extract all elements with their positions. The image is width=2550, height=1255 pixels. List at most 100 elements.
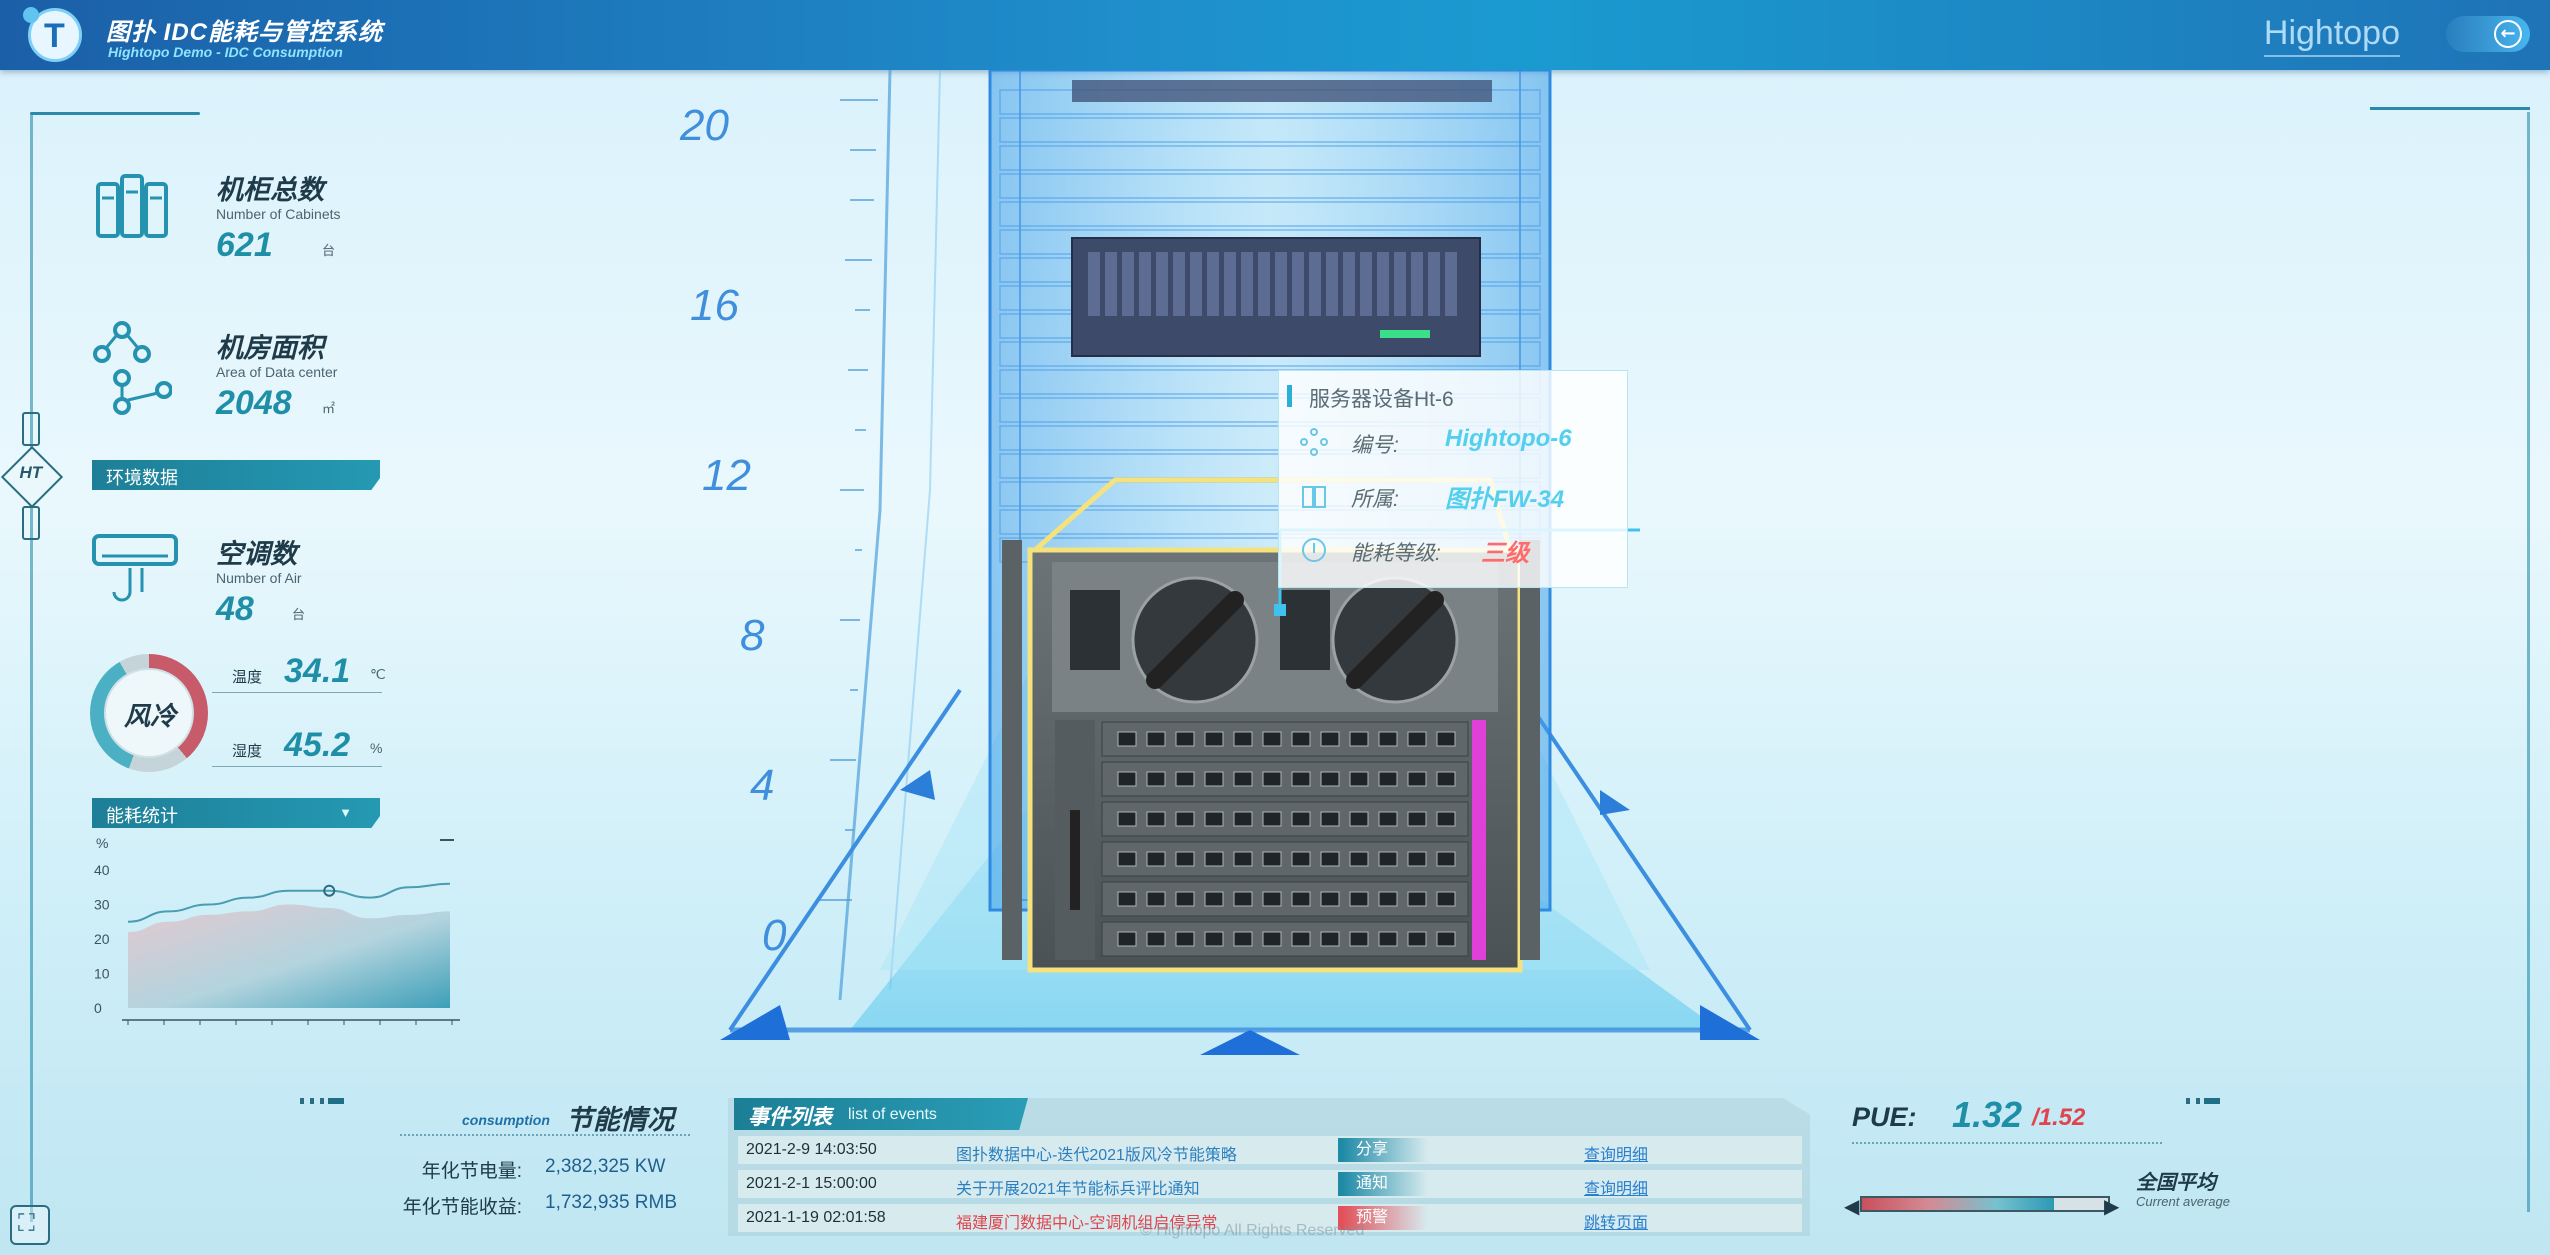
network-port (1320, 851, 1340, 867)
cabinet-stat: 机柜总数 Number of Cabinets 621 台 (92, 168, 382, 268)
network-port (1204, 811, 1224, 827)
event-detail-link[interactable]: 查询明细 (1584, 1175, 1648, 1199)
fullscreen-button[interactable]: ⛶ (10, 1205, 50, 1245)
energy-section-dropdown[interactable]: 能耗统计 ▼ (92, 798, 380, 828)
y-tick-label: 40 (94, 862, 110, 878)
network-port (1117, 771, 1137, 787)
network-port (1320, 811, 1340, 827)
network-port (1146, 851, 1166, 867)
event-jump-link[interactable]: 跳转页面 (1584, 1209, 1648, 1233)
network-port (1146, 771, 1166, 787)
saving-title: 节能情况 (566, 1105, 674, 1135)
air-value: 48 (216, 590, 254, 628)
network-port (1146, 931, 1166, 947)
network-port (1436, 851, 1456, 867)
network-port (1117, 731, 1137, 747)
drive-bay (1207, 252, 1219, 316)
humidity-unit: % (370, 740, 383, 756)
area-unit: ㎡ (322, 401, 336, 416)
device-id-value: Hightopo-6 (1445, 425, 1572, 452)
network-port (1349, 891, 1369, 907)
air-unit: 台 (292, 607, 306, 622)
network-port (1320, 771, 1340, 787)
network-port (1262, 891, 1282, 907)
network-port (1407, 731, 1427, 747)
network-port (1320, 891, 1340, 907)
network-port (1378, 851, 1398, 867)
network-port (1204, 931, 1224, 947)
network-port (1117, 851, 1137, 867)
scale-tick-12: 12 (702, 451, 751, 500)
network-port (1320, 931, 1340, 947)
network-port (1436, 771, 1456, 787)
network-port (1146, 731, 1166, 747)
air-stat: 空调数 Number of Air 48 台 (92, 532, 382, 632)
scale-tick-20: 20 (679, 101, 729, 150)
network-port (1378, 771, 1398, 787)
header-bar: T 图扑 IDC能耗与管控系统 Hightopo Demo - IDC Cons… (0, 0, 2550, 70)
event-detail-link[interactable]: 查询明细 (1584, 1141, 1648, 1165)
network-port (1204, 731, 1224, 747)
side-toggle-bottom[interactable] (22, 506, 40, 540)
network-port (1407, 931, 1427, 947)
drive-bay (1445, 252, 1457, 316)
network-port (1378, 931, 1398, 947)
network-port (1175, 891, 1195, 907)
scale-tick-8: 8 (740, 611, 765, 660)
network-port (1204, 851, 1224, 867)
humidity-label: 湿度 (232, 743, 263, 760)
drive-bay (1411, 252, 1423, 316)
network-port (1378, 891, 1398, 907)
network-port (1378, 811, 1398, 827)
drive-bay (1428, 252, 1440, 316)
network-port (1204, 771, 1224, 787)
back-button[interactable]: ← (2446, 16, 2530, 52)
drive-bay (1309, 252, 1321, 316)
event-row[interactable]: 2021-2-9 14:03:50 图扑数据中心-迭代2021版风冷节能策略 分… (738, 1136, 1802, 1164)
device-tooltip: 服务器设备Ht-6 编号: Hightopo-6 所属: 图扑FW-34 能耗等… (1278, 370, 1628, 588)
area-label: 机房面积 (216, 333, 324, 363)
network-port (1117, 891, 1137, 907)
national-average-label-en: Current average (2136, 1194, 2230, 1209)
network-port (1146, 891, 1166, 907)
tooltip-row-id: 编号: Hightopo-6 (1299, 423, 1619, 463)
side-toggle-top[interactable] (22, 412, 40, 446)
network-node-icon (93, 321, 172, 415)
cabinet-unit: 台 (322, 243, 336, 258)
temperature-label: 温度 (232, 669, 263, 686)
temperature-value: 34.1 (284, 652, 351, 690)
network-port (1407, 851, 1427, 867)
network-port (1262, 771, 1282, 787)
event-row[interactable]: 2021-2-1 15:00:00 关于开展2021年节能标兵评比通知 通知 查… (738, 1170, 1802, 1198)
tooltip-title: 服务器设备Ht-6 (1309, 388, 1454, 411)
network-port (1175, 931, 1195, 947)
series-area (128, 904, 450, 1008)
drive-bay (1088, 252, 1100, 316)
network-port (1436, 731, 1456, 747)
drive-bay (1377, 252, 1389, 316)
node-icon (1300, 428, 1328, 456)
network-port (1233, 731, 1253, 747)
area-value: 2048 (216, 384, 292, 422)
y-tick-label: 10 (94, 966, 110, 982)
network-port (1349, 851, 1369, 867)
network-port (1175, 851, 1195, 867)
network-port (1436, 931, 1456, 947)
y-tick-label: 20 (94, 931, 110, 947)
brand-logo: Hightopo (2263, 14, 2400, 57)
drive-bay (1139, 252, 1151, 316)
network-port (1349, 771, 1369, 787)
drive-bay (1343, 252, 1355, 316)
network-port (1436, 811, 1456, 827)
app-title: 图扑 IDC能耗与管控系统 (106, 19, 383, 46)
cabinet-label: 机柜总数 (216, 175, 324, 205)
drive-bay (1190, 252, 1202, 316)
drive-bay (1122, 252, 1134, 316)
network-port (1291, 931, 1311, 947)
network-port (1291, 731, 1311, 747)
network-port (1349, 811, 1369, 827)
cooling-mode-gauge: 风冷 (90, 654, 208, 772)
ht-badge[interactable]: HT (0, 445, 64, 509)
event-tag: 分享 (1338, 1138, 1428, 1162)
humidity-value: 45.2 (284, 726, 351, 764)
